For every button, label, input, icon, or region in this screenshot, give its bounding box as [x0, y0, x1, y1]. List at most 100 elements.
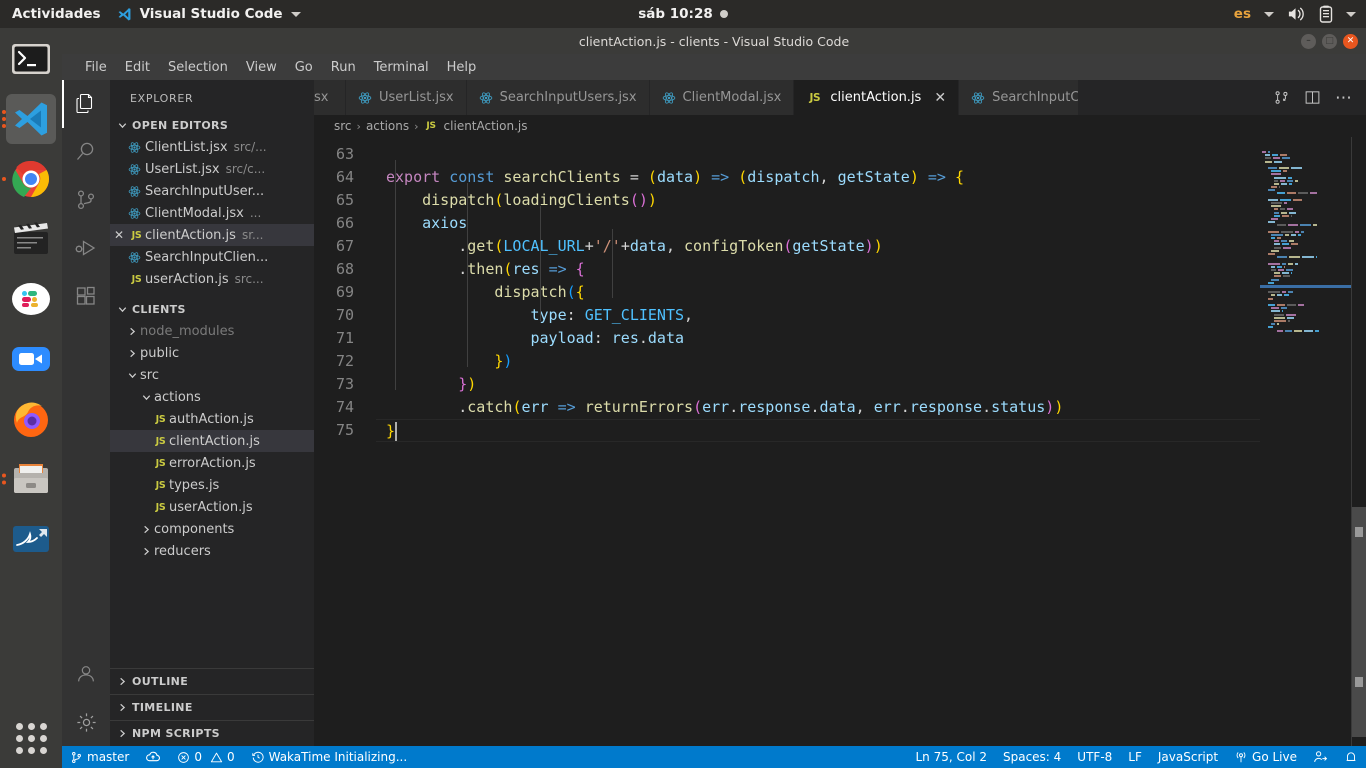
minimize-button[interactable]: –	[1301, 34, 1316, 49]
minimap-line	[1260, 140, 1352, 142]
status-indentation[interactable]: Spaces: 4	[995, 746, 1069, 768]
section-outline[interactable]: OUTLINE	[110, 668, 314, 694]
open-editor-row[interactable]: JS userAction.js src...	[110, 268, 314, 290]
activity-item-explorer[interactable]	[62, 80, 110, 128]
activity-item-search[interactable]	[62, 128, 110, 176]
activity-item-extensions[interactable]	[62, 272, 110, 320]
minimap[interactable]	[1260, 137, 1352, 746]
menu-run[interactable]: Run	[322, 57, 365, 78]
tab-searchinputusers[interactable]: SearchInputUsers.jsx	[467, 80, 650, 115]
tab-searchinputclients[interactable]: SearchInputC	[959, 80, 1079, 115]
status-branch[interactable]: master	[62, 746, 137, 768]
open-editor-row[interactable]: UserList.jsx src/c...	[110, 158, 314, 180]
breadcrumb-file[interactable]: clientAction.js	[444, 119, 528, 133]
tab-clientaction-active[interactable]: JS clientAction.js ✕	[794, 80, 959, 115]
dock-item-zoom[interactable]	[6, 334, 56, 384]
tree-item-types[interactable]: JS types.js	[110, 474, 314, 496]
menu-file[interactable]: File	[76, 57, 116, 78]
tree-item-components[interactable]: components	[110, 518, 314, 540]
menu-terminal[interactable]: Terminal	[365, 57, 438, 78]
open-editor-row[interactable]: SearchInputClien...	[110, 246, 314, 268]
activity-item-source-control[interactable]	[62, 176, 110, 224]
tree-item-actions[interactable]: actions	[110, 386, 314, 408]
section-timeline[interactable]: TIMELINE	[110, 694, 314, 720]
code-content[interactable]: export const searchClients = (data) => (…	[376, 137, 1366, 746]
status-encoding[interactable]: UTF-8	[1069, 746, 1120, 768]
tab-close-icon[interactable]: ✕	[934, 90, 946, 106]
dock-item-mysql-workbench[interactable]	[6, 514, 56, 564]
status-sync[interactable]	[137, 746, 169, 768]
tree-item-src[interactable]: src	[110, 364, 314, 386]
tree-item-clientaction[interactable]: JS clientAction.js	[110, 430, 314, 452]
status-live-share[interactable]	[1305, 746, 1336, 768]
more-actions-icon[interactable]: ⋯	[1335, 93, 1352, 103]
dock-item-google-chrome[interactable]	[6, 154, 56, 204]
status-language-mode[interactable]: JavaScript	[1150, 746, 1226, 768]
js-icon: JS	[152, 480, 169, 491]
gnome-system-tray[interactable]: es	[1234, 0, 1356, 28]
menu-view[interactable]: View	[237, 57, 286, 78]
code-editor[interactable]: 63 64 65 66 67 68 69 70 71 72 73 74 75	[314, 137, 1366, 746]
tree-item-node-modules[interactable]: node_modules	[110, 320, 314, 342]
close-icon[interactable]: ✕	[110, 228, 128, 242]
tree-item-label: errorAction.js	[169, 456, 256, 471]
ubuntu-dock	[0, 28, 62, 768]
open-editor-row[interactable]: SearchInputUser...	[110, 180, 314, 202]
open-editor-row[interactable]: ClientModal.jsx ...	[110, 202, 314, 224]
tree-item-public[interactable]: public	[110, 342, 314, 364]
gnome-clock[interactable]: sáb 10:28	[0, 6, 1366, 22]
explorer-icon	[74, 92, 98, 116]
section-clients[interactable]: CLIENTS	[110, 298, 314, 320]
tree-item-authaction[interactable]: JS authAction.js	[110, 408, 314, 430]
tab-userlist[interactable]: UserList.jsx	[346, 80, 467, 115]
code-token: err	[702, 398, 729, 416]
tree-item-label: actions	[154, 390, 201, 405]
tree-item-reducers[interactable]: reducers	[110, 540, 314, 562]
dock-item-terminal[interactable]	[6, 34, 56, 84]
code-token	[386, 260, 458, 278]
section-open-editors[interactable]: OPEN EDITORS	[110, 114, 314, 136]
dock-item-visual-studio-code[interactable]	[6, 94, 56, 144]
tree-item-label: public	[140, 346, 179, 361]
split-editor-icon[interactable]	[1304, 89, 1321, 106]
compare-changes-icon[interactable]	[1273, 89, 1290, 106]
activity-item-run-and-debug[interactable]	[62, 224, 110, 272]
editor-scrollbar[interactable]	[1352, 137, 1366, 746]
status-go-live[interactable]: Go Live	[1226, 746, 1305, 768]
code-token	[386, 214, 422, 232]
section-npm-scripts[interactable]: NPM SCRIPTS	[110, 720, 314, 746]
status-wakatime[interactable]: WakaTime Initializing...	[243, 746, 416, 768]
minimap-line	[1260, 300, 1352, 302]
menu-go[interactable]: Go	[286, 57, 322, 78]
tab-truncated-left[interactable]: sx	[314, 80, 346, 115]
system-menu-chevron-down-icon[interactable]	[1346, 12, 1356, 17]
code-token: {	[955, 168, 964, 186]
tree-item-useraction[interactable]: JS userAction.js	[110, 496, 314, 518]
dock-item-files[interactable]	[6, 454, 56, 504]
menu-edit[interactable]: Edit	[116, 57, 159, 78]
status-notifications[interactable]	[1336, 746, 1366, 768]
open-editor-row-active[interactable]: ✕ JS clientAction.js sr...	[110, 224, 314, 246]
tab-clientmodal[interactable]: ClientModal.jsx	[650, 80, 795, 115]
keyboard-layout-label[interactable]: es	[1234, 6, 1251, 22]
settings-gear-icon	[75, 711, 98, 734]
dock-item-slack[interactable]	[6, 274, 56, 324]
status-problems[interactable]: 0 0	[169, 746, 242, 768]
dock-item-firefox[interactable]	[6, 394, 56, 444]
menu-help[interactable]: Help	[438, 57, 486, 78]
activity-item-accounts[interactable]	[62, 650, 110, 698]
tree-item-erroraction[interactable]: JS errorAction.js	[110, 452, 314, 474]
close-button[interactable]: ✕	[1343, 34, 1358, 49]
maximize-button[interactable]: □	[1322, 34, 1337, 49]
status-bar: master 0 0 WakaTim	[62, 746, 1366, 768]
breadcrumb-actions[interactable]: actions	[366, 119, 409, 133]
dock-item-kdenlive[interactable]	[6, 214, 56, 264]
activity-item-settings[interactable]	[62, 698, 110, 746]
scrollbar-thumb[interactable]	[1352, 507, 1366, 737]
breadcrumb-src[interactable]: src	[334, 119, 352, 133]
menu-selection[interactable]: Selection	[159, 57, 237, 78]
show-applications-button[interactable]	[16, 723, 47, 754]
status-cursor-position[interactable]: Ln 75, Col 2	[907, 746, 995, 768]
open-editor-row[interactable]: ClientList.jsx src/...	[110, 136, 314, 158]
status-eol[interactable]: LF	[1120, 746, 1150, 768]
